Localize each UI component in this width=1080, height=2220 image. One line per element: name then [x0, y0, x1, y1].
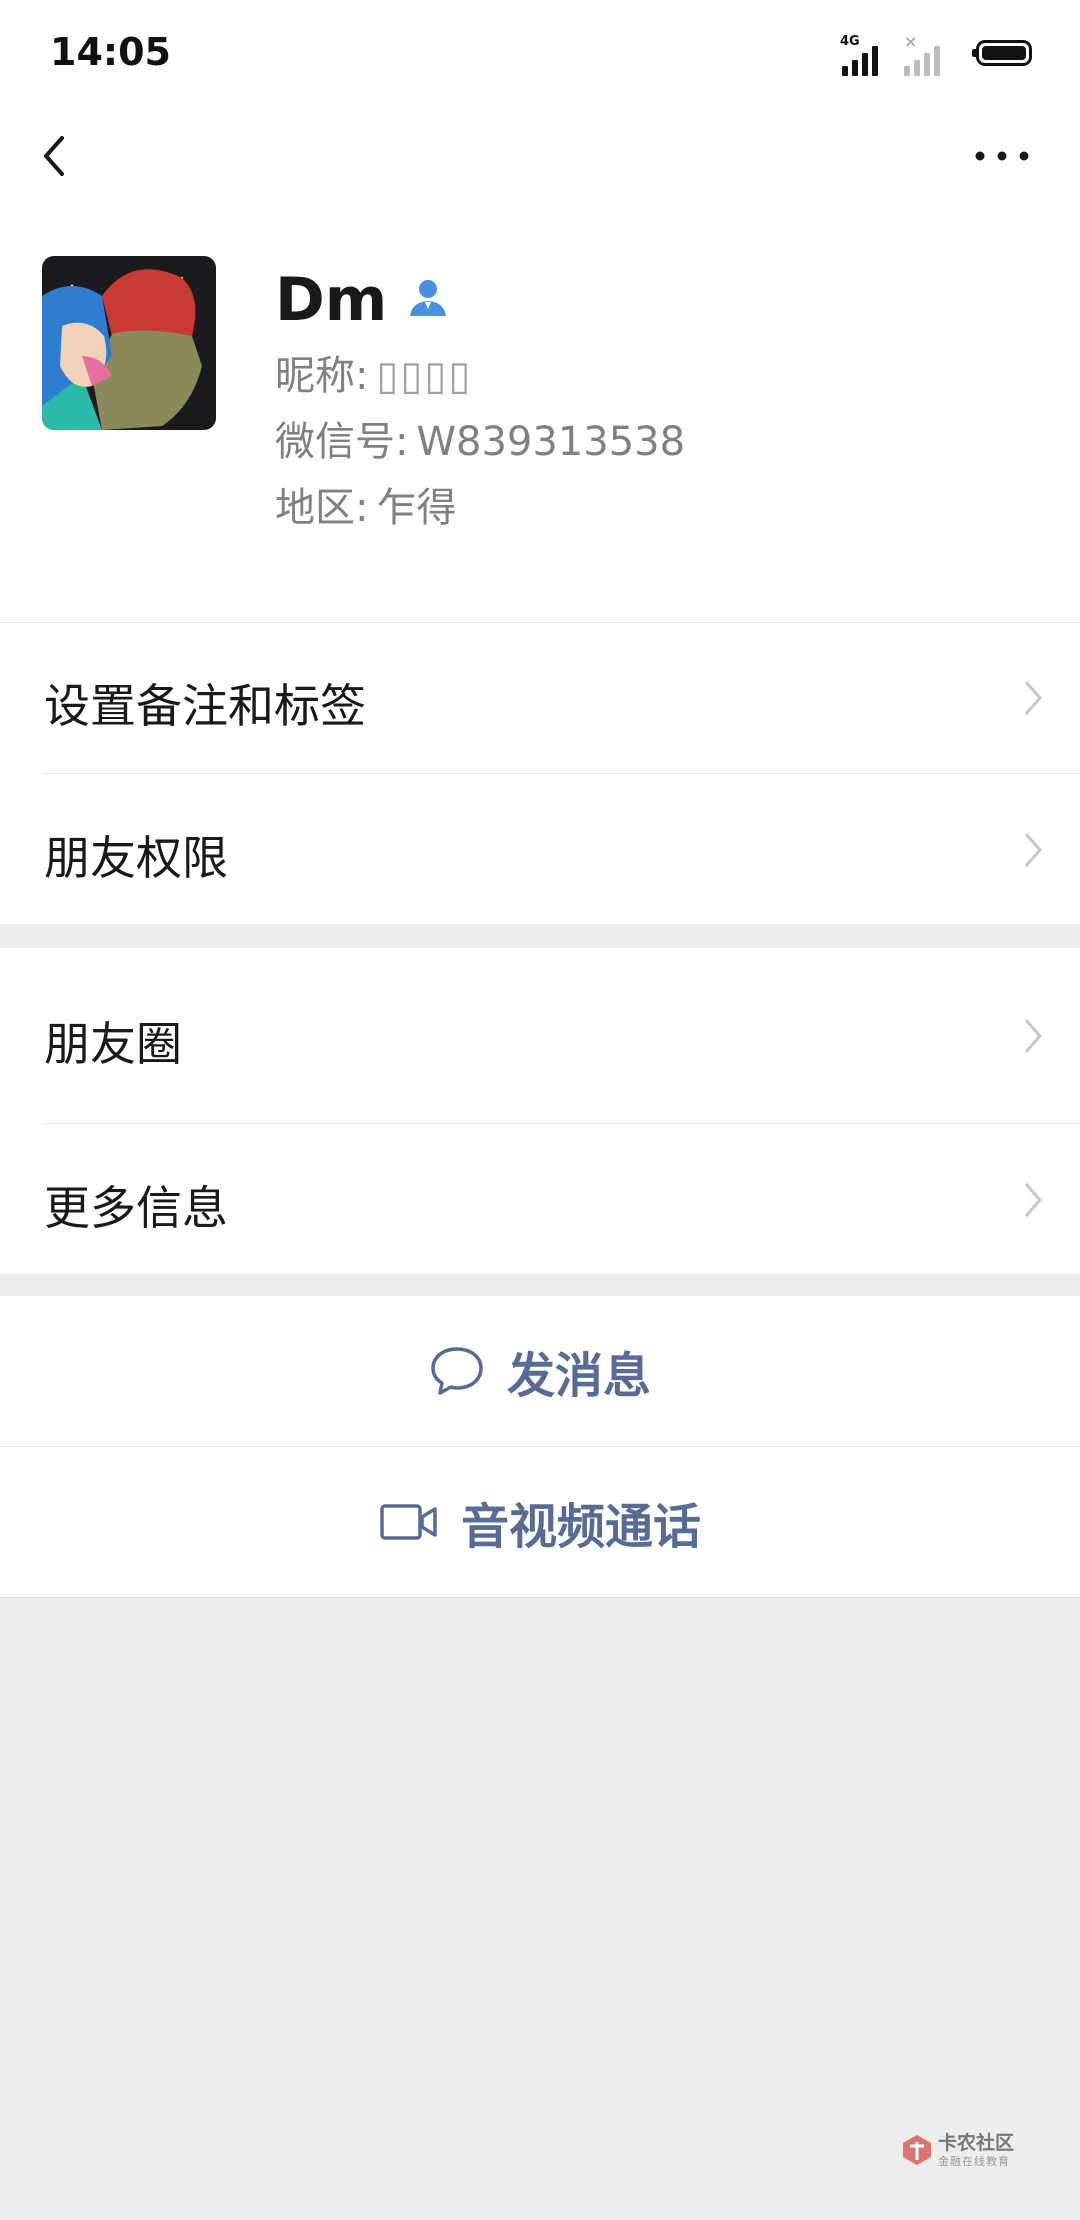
- watermark-icon: [903, 2135, 931, 2165]
- status-icons: 4G ×: [840, 32, 1032, 76]
- more-dots-icon[interactable]: [972, 138, 1032, 174]
- wechat-id-line: 微信号: W839313538: [275, 414, 685, 470]
- menu-item-label: 设置备注和标签: [44, 679, 366, 733]
- chevron-right-icon: [1024, 1019, 1042, 1053]
- network-label: 4G: [840, 34, 860, 49]
- menu-item-label: 朋友权限: [44, 831, 228, 885]
- status-time: 14:05: [50, 30, 171, 74]
- wechat-id-value: W839313538: [416, 419, 686, 465]
- nickname-value: ▯▯▯▯: [376, 353, 473, 399]
- status-bar: 14:05 4G ×: [0, 0, 1080, 108]
- region-value: 乍得: [376, 485, 457, 531]
- watermark-subtitle: 金融在线教育: [938, 2155, 1010, 2168]
- video-camera-icon: [380, 1504, 437, 1540]
- chat-bubble-icon: [431, 1347, 483, 1395]
- region-line: 地区: 乍得: [275, 480, 456, 536]
- menu-item-friend-permissions[interactable]: 朋友权限: [0, 774, 1080, 924]
- video-call-button[interactable]: 音视频通话: [0, 1447, 1080, 1597]
- send-message-button[interactable]: 发消息: [0, 1296, 1080, 1446]
- name-row: Dm: [275, 260, 450, 340]
- send-message-label: 发消息: [506, 1348, 651, 1404]
- wechat-id-label: 微信号:: [275, 419, 409, 465]
- menu-item-label: 更多信息: [44, 1181, 228, 1235]
- menu-item-more-info[interactable]: 更多信息: [0, 1124, 1080, 1274]
- menu-item-remark-tags[interactable]: 设置备注和标签: [0, 622, 1080, 773]
- no-signal-icon: ×: [904, 32, 948, 76]
- region-label: 地区:: [275, 485, 369, 531]
- chevron-right-icon: [1024, 681, 1042, 715]
- menu-item-label: 朋友圈: [44, 1017, 182, 1071]
- contact-person-icon: [406, 276, 450, 320]
- menu-item-moments[interactable]: 朋友圈: [0, 948, 1080, 1123]
- watermark-logo: 卡农社区 金融在线教育: [900, 2128, 1020, 2174]
- profile-section: Dm 昵称: ▯▯▯▯ 微信号: W839313538 地区: 乍得: [0, 108, 1080, 622]
- menu-group-info: 朋友圈 更多信息: [0, 948, 1080, 1274]
- watermark-title: 卡农社区: [938, 2132, 1015, 2154]
- signal-icon: 4G: [840, 34, 886, 76]
- nickname-line: 昵称: ▯▯▯▯: [275, 348, 473, 404]
- chevron-right-icon: [1024, 1183, 1042, 1217]
- display-name: Dm: [275, 265, 388, 335]
- back-arrow-icon[interactable]: [36, 126, 76, 186]
- nickname-label: 昵称:: [275, 353, 369, 399]
- chevron-right-icon: [1024, 833, 1042, 867]
- avatar[interactable]: [42, 256, 216, 430]
- battery-icon: [972, 40, 1032, 66]
- video-call-label: 音视频通话: [460, 1499, 701, 1555]
- menu-group-settings: 设置备注和标签 朋友权限: [0, 622, 1080, 924]
